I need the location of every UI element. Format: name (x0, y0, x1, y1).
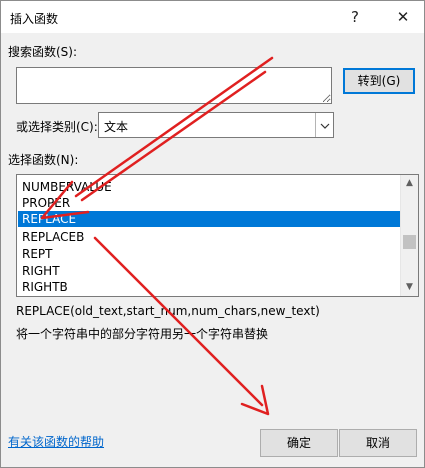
ok-button[interactable]: 确定 (260, 429, 338, 457)
go-button[interactable]: 转到(G) (343, 68, 415, 94)
category-select[interactable]: 文本 (98, 112, 334, 138)
list-item[interactable]: REPT (18, 246, 402, 262)
search-function-label: 搜索函数(S): (8, 45, 78, 59)
function-help-link[interactable]: 有关该函数的帮助 (8, 433, 104, 450)
title-bar: 插入函数 ? ✕ (1, 1, 424, 33)
function-signature: REPLACE(old_text,start_num,num_chars,new… (16, 304, 320, 318)
close-icon[interactable]: ✕ (389, 6, 417, 28)
search-input[interactable] (16, 67, 332, 104)
select-function-label: 选择函数(N): (8, 153, 79, 167)
scroll-thumb[interactable] (403, 235, 416, 249)
chevron-down-icon[interactable] (315, 113, 333, 137)
scroll-down-icon[interactable]: ▼ (401, 279, 418, 296)
scroll-up-icon[interactable]: ▲ (401, 175, 418, 192)
insert-function-dialog: 插入函数 ? ✕ 搜索函数(S): 转到(G) 或选择类别(C): 文本 选择函… (0, 0, 425, 468)
list-item[interactable]: NUMBERVALUE (18, 179, 402, 195)
help-icon[interactable]: ? (341, 6, 369, 28)
list-item[interactable]: RIGHT (18, 263, 402, 279)
category-label: 或选择类别(C): (16, 120, 98, 134)
category-selected-value: 文本 (104, 120, 129, 134)
list-item[interactable]: PROPER (18, 195, 402, 211)
scrollbar[interactable]: ▲ ▼ (400, 175, 418, 296)
function-list[interactable]: NUMBERVALUE PROPER REPLACE REPLACEB REPT… (16, 174, 419, 297)
list-item[interactable]: RIGHTB (18, 279, 402, 295)
dialog-title: 插入函数 (10, 12, 59, 26)
cancel-button[interactable]: 取消 (339, 429, 417, 457)
function-description: 将一个字符串中的部分字符用另一个字符串替换 (16, 327, 269, 341)
list-item[interactable]: REPLACEB (18, 229, 402, 245)
list-item-selected[interactable]: REPLACE (18, 211, 402, 227)
